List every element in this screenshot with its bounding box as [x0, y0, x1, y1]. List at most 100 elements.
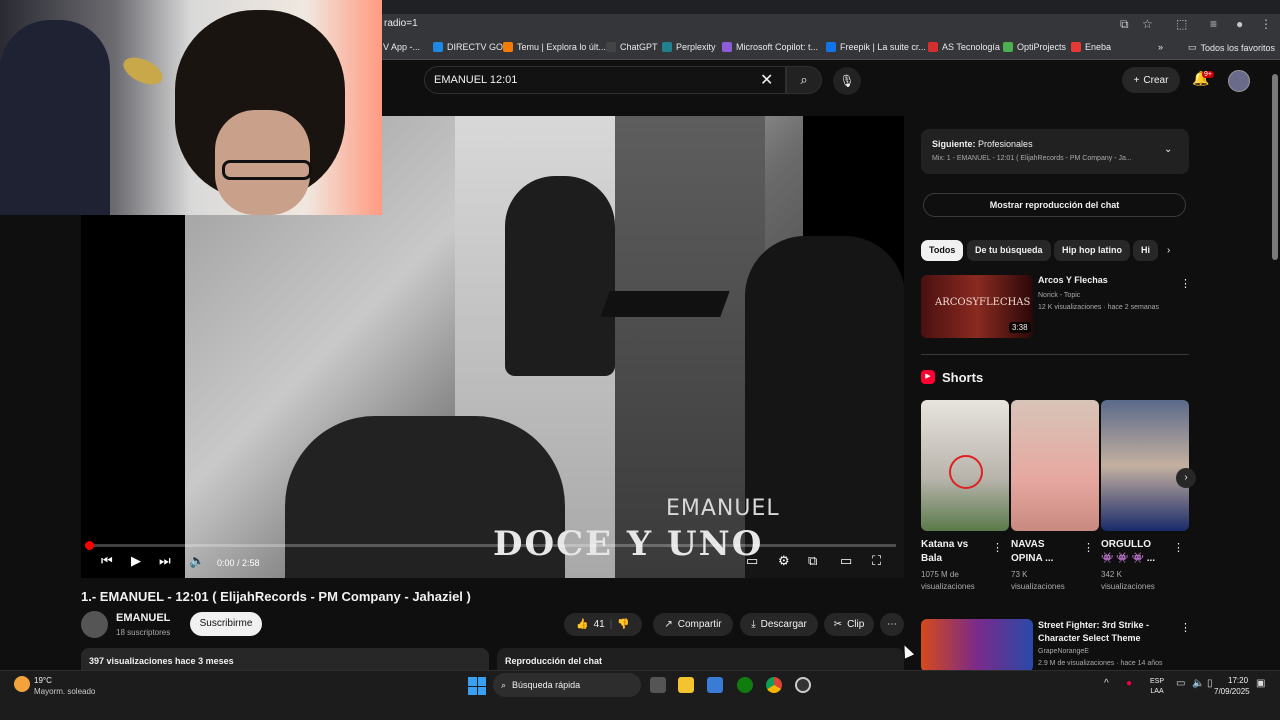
channel-avatar[interactable] [81, 611, 108, 638]
short-title[interactable]: Katana vs Bala [921, 538, 968, 566]
menu-lines-icon[interactable]: ≡ [1210, 17, 1217, 31]
webcam-person-left [0, 20, 110, 215]
download-button[interactable]: ⤓ Descargar [740, 613, 818, 636]
notification-badge: 9+ [1202, 71, 1214, 78]
task-view-icon[interactable] [650, 677, 666, 693]
chevron-right-icon[interactable]: › [1176, 468, 1196, 488]
bookmark-item[interactable]: ChatGPT [606, 42, 658, 52]
recommended-thumbnail[interactable] [921, 619, 1033, 672]
bookmark-item[interactable]: OptiProjects [1003, 42, 1066, 52]
bookmark-item[interactable]: Freepik | La suite cr... [826, 42, 926, 52]
progress-scrubber[interactable] [85, 541, 94, 550]
short-thumbnail[interactable] [921, 400, 1009, 531]
previous-icon[interactable]: ⏮ [101, 553, 113, 569]
bookmark-item[interactable]: Eneba [1071, 42, 1111, 52]
bookmark-item[interactable]: V App -... [383, 42, 420, 52]
scrollbar-thumb[interactable] [1272, 74, 1278, 260]
description-box[interactable]: 397 visualizaciones hace 3 meses [81, 648, 489, 670]
theater-mode-icon[interactable]: ▭ [840, 553, 852, 569]
recommended-title[interactable]: Arcos Y Flechas [1038, 275, 1108, 285]
fullscreen-icon[interactable]: ⛶ [872, 553, 881, 569]
short-thumbnail[interactable] [1011, 400, 1099, 531]
progress-bar[interactable] [89, 544, 896, 547]
chat-replay-panel[interactable]: Reproducción del chat [497, 648, 904, 670]
more-vert-icon[interactable]: ⋮ [1083, 541, 1094, 554]
star-icon[interactable]: ☆ [1142, 17, 1153, 31]
bookmark-item[interactable]: DIRECTV GO [433, 42, 503, 52]
bookmark-favicon [1071, 42, 1081, 52]
next-icon[interactable]: ⏭ [159, 553, 171, 569]
windows-taskbar [0, 670, 1280, 720]
file-explorer-icon[interactable] [678, 677, 694, 693]
bookmark-item[interactable]: Microsoft Copilot: t... [722, 42, 818, 52]
clip-button[interactable]: ✂ Clip [824, 613, 874, 636]
create-button[interactable]: + Crear [1122, 67, 1180, 93]
extensions-icon[interactable]: ⬚ [1176, 17, 1187, 31]
chip-todos[interactable]: Todos [921, 240, 964, 261]
weather-icon[interactable] [14, 676, 30, 692]
show-chat-replay-button[interactable]: Mostrar reproducción del chat [923, 193, 1186, 217]
search-button[interactable]: ⌕ [786, 66, 822, 94]
chip-hip-hop-latino[interactable]: Hip hop latino [1054, 240, 1130, 261]
chevron-down-icon[interactable]: ⌄ [1164, 144, 1172, 155]
cast-icon[interactable]: ⧉ [1120, 17, 1129, 32]
xbox-icon[interactable] [737, 677, 753, 693]
clock-time[interactable]: 17:20 [1228, 676, 1248, 685]
battery-icon[interactable]: ▯ [1207, 678, 1213, 689]
weather-desc[interactable]: Mayorm. soleado [34, 687, 95, 696]
more-vert-icon[interactable]: ⋮ [992, 541, 1003, 554]
volume-icon[interactable]: 🔈 [189, 553, 205, 569]
bookmark-item[interactable]: Perplexity [662, 42, 716, 52]
app-icon[interactable] [795, 677, 811, 693]
like-dislike-group[interactable]: 👍 41 | 👎 [564, 613, 642, 636]
thumbs-up-icon[interactable]: 👍 [576, 619, 588, 630]
channel-name[interactable]: EMANUEL [116, 612, 170, 624]
clock-date[interactable]: 7/09/2025 [1214, 687, 1250, 696]
share-button[interactable]: ↗ Compartir [653, 613, 733, 636]
miniplayer-icon[interactable]: ⧉ [808, 553, 817, 569]
short-title[interactable]: ORGULLO 👾 👾 👾 ... [1101, 538, 1155, 566]
chrome-icon[interactable] [766, 677, 782, 693]
volume-tray-icon[interactable]: 🔈 [1192, 678, 1204, 689]
profile-icon[interactable]: ● [1236, 17, 1243, 31]
more-bookmarks-icon[interactable]: » [1158, 42, 1163, 52]
mic-tray-icon[interactable]: ● [1126, 678, 1132, 689]
bookmark-item[interactable]: Temu | Explora lo últ... [503, 42, 606, 52]
notifications-icon[interactable]: ▣ [1256, 678, 1265, 689]
weather-temp[interactable]: 19°C [34, 676, 52, 685]
kebab-menu-icon[interactable]: ⋮ [1260, 17, 1272, 31]
chip-from-search[interactable]: De tu búsqueda [967, 240, 1051, 261]
more-vert-icon[interactable]: ⋮ [1173, 541, 1184, 554]
short-title[interactable]: NAVAS OPINA ... [1011, 538, 1053, 566]
more-actions-button[interactable]: ⋯ [880, 613, 904, 636]
recommended-title[interactable]: Street Fighter: 3rd Strike - Character S… [1038, 619, 1178, 645]
store-icon[interactable] [707, 677, 723, 693]
more-vert-icon[interactable]: ⋮ [1180, 621, 1191, 634]
url-text[interactable]: radio=1 [384, 18, 418, 29]
search-query[interactable]: EMANUEL 12:01 [434, 74, 517, 86]
chevron-right-icon[interactable]: › [1167, 245, 1170, 256]
settings-icon[interactable]: ⚙ [778, 553, 790, 569]
play-icon[interactable]: ▶ [131, 553, 141, 569]
recommended-channel[interactable]: Norick - Topic [1038, 292, 1080, 299]
thumbs-down-icon[interactable]: 👎 [617, 619, 629, 630]
chip-more[interactable]: Hi [1133, 240, 1158, 261]
up-next-subtitle: Mix: 1 - EMANUEL - 12:01 ( ElijahRecords… [932, 155, 1132, 162]
account-avatar[interactable] [1228, 70, 1250, 92]
scissors-icon: ✂ [833, 619, 843, 630]
taskbar-search[interactable]: ⌕ Búsqueda rápida [493, 673, 641, 697]
language-indicator[interactable]: ESP LAA [1150, 677, 1164, 697]
clear-search-icon[interactable]: ✕ [760, 70, 773, 90]
subtitles-icon[interactable]: ▭ [746, 553, 758, 569]
all-favorites-folder[interactable]: ▭ Todos los favoritos [1188, 42, 1275, 53]
mic-button[interactable]: 🎙 [833, 67, 861, 95]
recommended-channel[interactable]: GrapeNorangeE [1038, 648, 1089, 655]
chevron-up-icon[interactable]: ^ [1104, 678, 1109, 689]
more-vert-icon[interactable]: ⋮ [1180, 277, 1191, 290]
bookmark-item[interactable]: AS Tecnología [928, 42, 1000, 52]
short-thumbnail[interactable] [1101, 400, 1189, 531]
up-next-card[interactable] [921, 129, 1189, 174]
windows-start-icon[interactable] [468, 677, 486, 695]
network-icon[interactable]: ▭ [1176, 678, 1185, 689]
subscribe-button[interactable]: Suscribirme [190, 612, 262, 636]
